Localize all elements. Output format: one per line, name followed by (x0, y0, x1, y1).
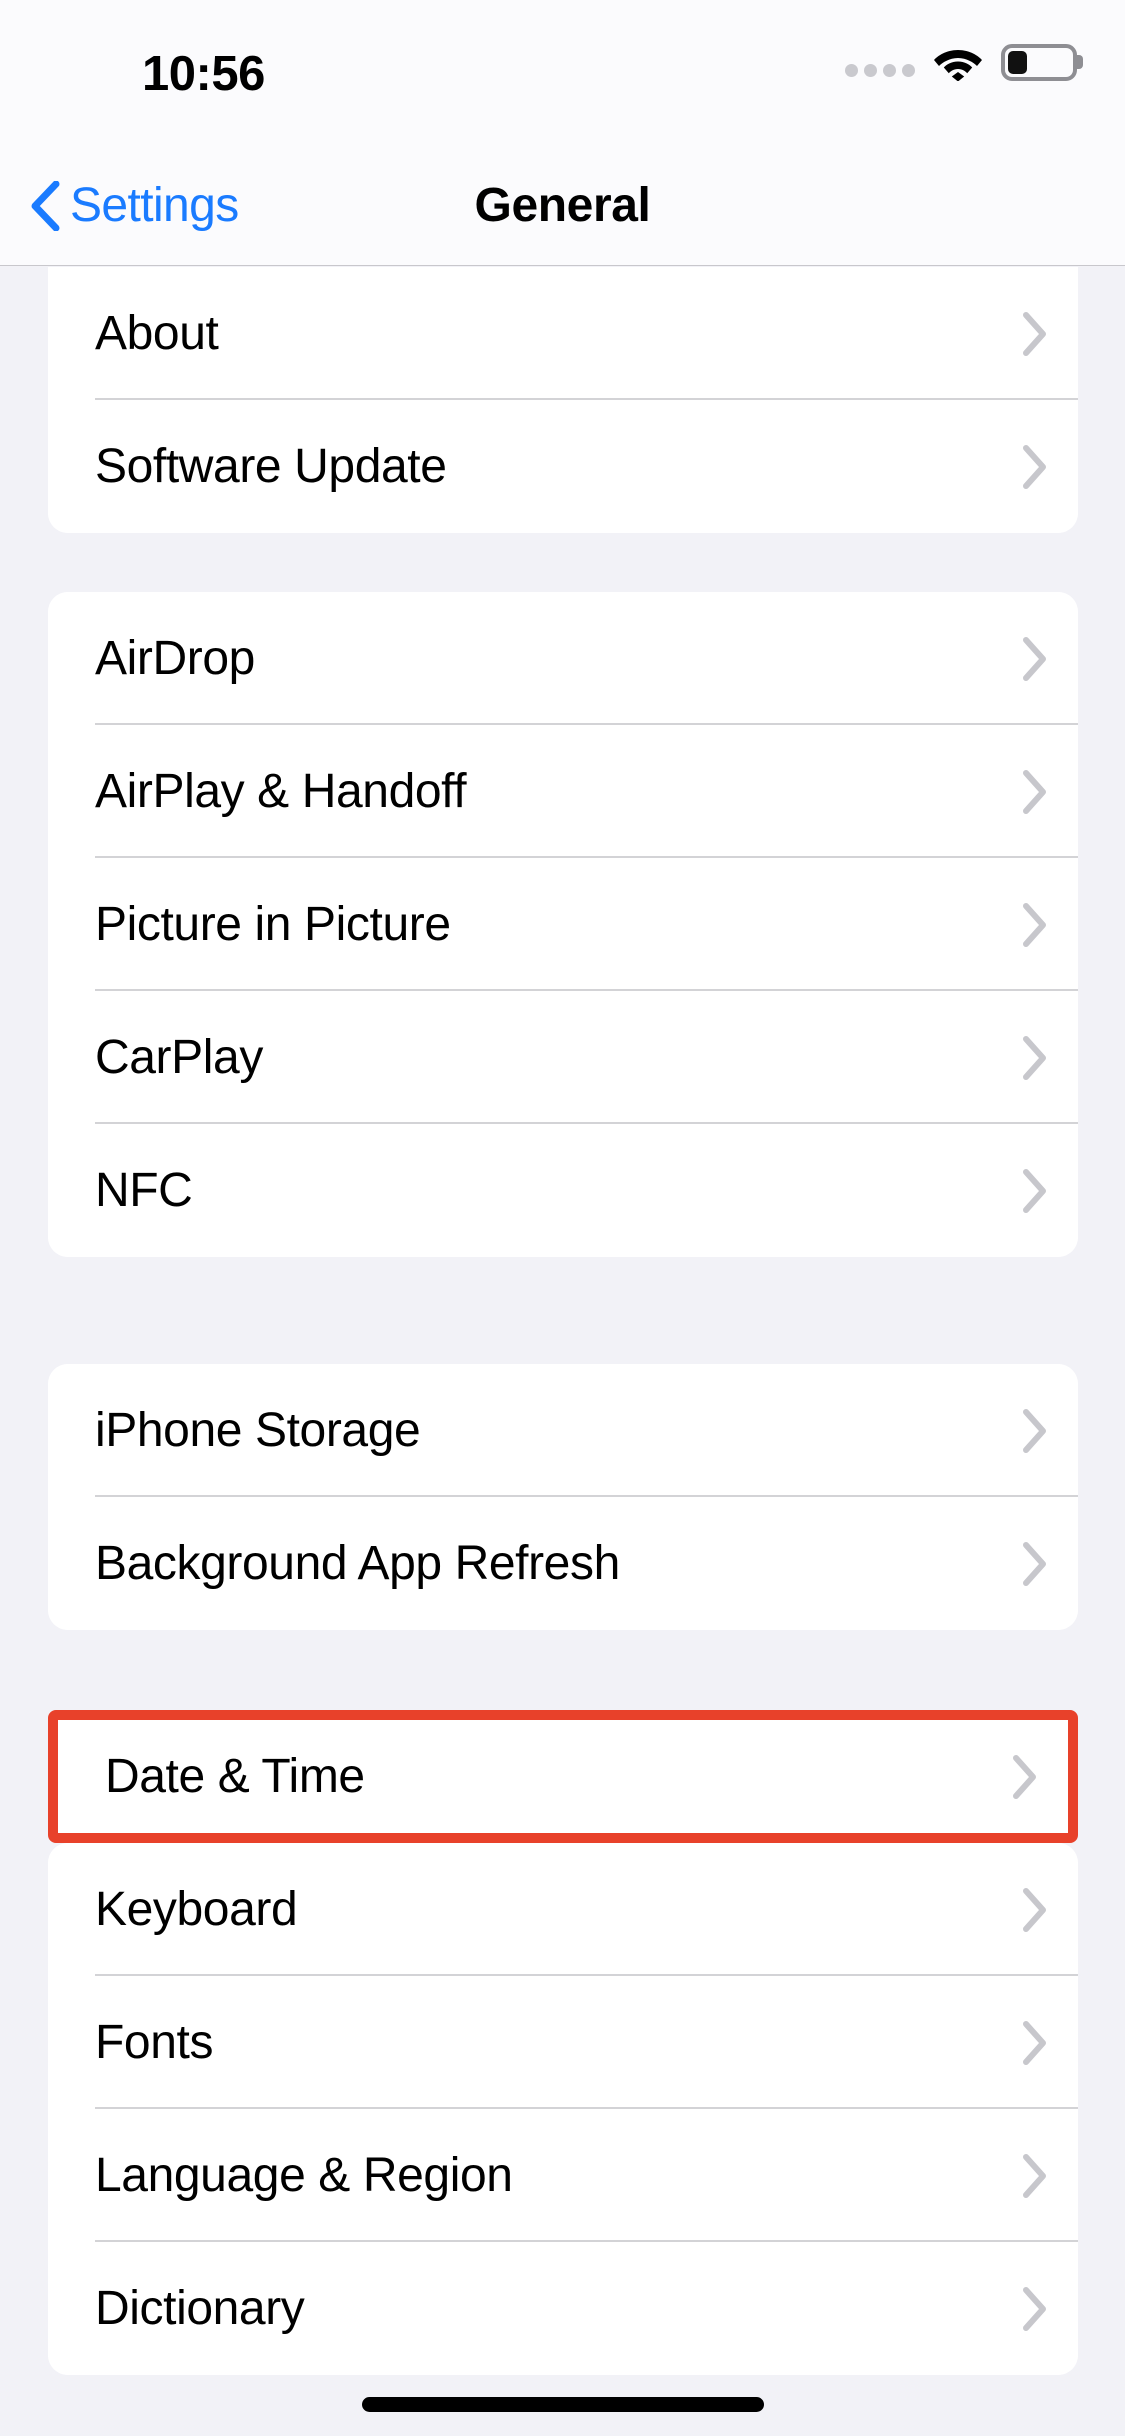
settings-row-label: About (95, 307, 219, 360)
chevron-right-icon (1023, 2286, 1046, 2331)
settings-row-fonts[interactable]: Fonts (48, 1976, 1078, 2109)
chevron-right-icon (1023, 902, 1046, 947)
settings-row-label: iPhone Storage (95, 1404, 421, 1457)
chevron-right-icon (1023, 1168, 1046, 1213)
wifi-icon (934, 50, 982, 81)
battery-icon (1001, 43, 1077, 81)
navigation-bar: Settings General (0, 145, 1125, 266)
settings-row-label: Software Update (95, 440, 447, 493)
settings-row-picture-in-picture[interactable]: Picture in Picture (48, 858, 1078, 991)
settings-row-airplay-handoff[interactable]: AirPlay & Handoff (48, 725, 1078, 858)
settings-row-label: Keyboard (95, 1883, 298, 1936)
settings-row-dictionary[interactable]: Dictionary (48, 2242, 1078, 2375)
group-datetime-highlighted: Date & Time (48, 1710, 1078, 1843)
settings-row-label: AirDrop (95, 632, 255, 685)
settings-row-date-time[interactable]: Date & Time (58, 1720, 1068, 1833)
settings-row-label: CarPlay (95, 1031, 263, 1084)
chevron-right-icon (1023, 636, 1046, 681)
chevron-right-icon (1023, 1887, 1046, 1932)
settings-row-language-region[interactable]: Language & Region (48, 2109, 1078, 2242)
settings-row-background-app-refresh[interactable]: Background App Refresh (48, 1497, 1078, 1630)
chevron-right-icon (1023, 769, 1046, 814)
settings-row-label: Picture in Picture (95, 898, 451, 951)
iphone-screen: 10:56 Settings General About Software Upd… (0, 0, 1125, 2436)
chevron-right-icon (1023, 2020, 1046, 2065)
chevron-right-icon (1023, 444, 1046, 489)
settings-row-keyboard[interactable]: Keyboard (48, 1843, 1078, 1976)
settings-row-label: Language & Region (95, 2149, 513, 2202)
chevron-right-icon (1023, 2153, 1046, 2198)
status-bar-indicators (845, 36, 1077, 88)
settings-row-label: Dictionary (95, 2282, 305, 2335)
page-title: General (474, 179, 651, 232)
settings-list[interactable]: About Software Update AirDrop AirPlay & Han… (0, 267, 1125, 2436)
home-indicator (361, 2397, 764, 2412)
group-system: About Software Update (48, 267, 1078, 533)
chevron-right-icon (1023, 311, 1046, 356)
group-localization: Keyboard Fonts Language & Region Dictionary (48, 1843, 1078, 2375)
settings-row-software-update[interactable]: Software Update (48, 400, 1078, 533)
group-connectivity: AirDrop AirPlay & Handoff Picture in Pictu… (48, 592, 1078, 1257)
chevron-right-icon (1023, 1541, 1046, 1586)
status-bar-time: 10:56 (142, 47, 265, 101)
settings-row-about[interactable]: About (48, 267, 1078, 400)
chevron-right-icon (1023, 1035, 1046, 1080)
settings-row-airdrop[interactable]: AirDrop (48, 592, 1078, 725)
settings-row-iphone-storage[interactable]: iPhone Storage (48, 1364, 1078, 1497)
settings-row-label: Date & Time (105, 1750, 365, 1803)
settings-row-carplay[interactable]: CarPlay (48, 991, 1078, 1124)
settings-row-label: Fonts (95, 2016, 214, 2069)
settings-row-label: NFC (95, 1164, 193, 1217)
settings-row-label: Background App Refresh (95, 1537, 620, 1590)
settings-row-nfc[interactable]: NFC (48, 1124, 1078, 1257)
battery-fill (1008, 50, 1027, 74)
status-bar: 10:56 (0, 0, 1125, 145)
group-storage: iPhone Storage Background App Refresh (48, 1364, 1078, 1630)
chevron-right-icon (1013, 1754, 1036, 1799)
cellular-signal-icon (845, 45, 915, 79)
chevron-right-icon (1023, 1408, 1046, 1453)
settings-row-label: AirPlay & Handoff (95, 765, 467, 818)
